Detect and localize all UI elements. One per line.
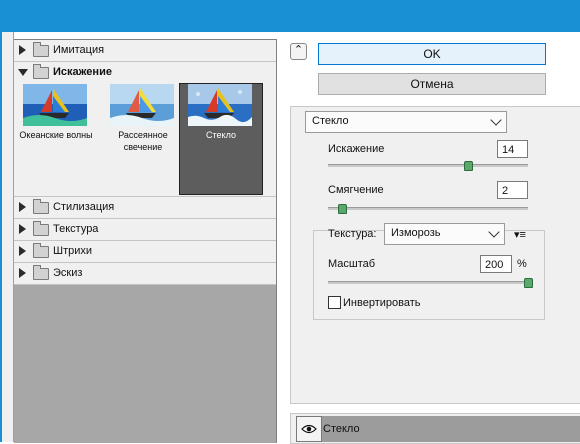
- glass-preview-image: [188, 84, 252, 126]
- folder-icon: [33, 243, 49, 258]
- scale-input[interactable]: 200: [480, 255, 512, 273]
- chevron-down-icon: [490, 114, 502, 126]
- expand-arrow-icon[interactable]: [19, 268, 26, 278]
- invert-label: Инвертировать: [343, 297, 421, 309]
- category-label: Текстура: [53, 223, 99, 235]
- cancel-button[interactable]: Отмена: [318, 73, 546, 95]
- distortion-label: Искажение: [328, 143, 385, 155]
- window-titlebar: [0, 0, 580, 32]
- filter-label: Рассеянное свечение: [118, 130, 168, 152]
- folder-icon: [33, 64, 49, 79]
- category-distortion[interactable]: Искажение: [14, 62, 276, 84]
- filter-label: Стекло: [206, 130, 236, 140]
- filter-select[interactable]: Стекло: [305, 111, 507, 133]
- eye-icon[interactable]: [296, 416, 322, 442]
- smoothness-input[interactable]: 2: [497, 181, 528, 199]
- filter-thumbnails: Океанские волны Рассеянное свечение Стек…: [14, 83, 276, 197]
- expand-arrow-icon[interactable]: [19, 224, 26, 234]
- scale-unit: %: [517, 258, 527, 270]
- folder-icon: [33, 221, 49, 236]
- category-texture[interactable]: Текстура: [14, 219, 276, 241]
- folder-icon: [33, 42, 49, 57]
- distortion-input[interactable]: 14: [497, 140, 528, 158]
- category-label: Имитация: [53, 44, 105, 56]
- panel-menu-icon[interactable]: ▾≡: [514, 228, 526, 241]
- distortion-slider-track[interactable]: [328, 164, 528, 167]
- expand-arrow-icon[interactable]: [19, 45, 26, 55]
- folder-icon: [33, 265, 49, 280]
- category-imitation[interactable]: Имитация: [14, 40, 276, 62]
- diffuse-glow-preview-image: [110, 84, 174, 126]
- filter-thumb-diffuse-glow[interactable]: Рассеянное свечение: [102, 84, 184, 194]
- scale-label: Масштаб: [328, 258, 376, 270]
- filter-thumb-ocean-ripple[interactable]: Океанские волны: [15, 84, 97, 194]
- collapse-up-icon[interactable]: ⌃: [290, 43, 307, 60]
- ok-button[interactable]: OK: [318, 43, 546, 65]
- texture-select[interactable]: Изморозь: [384, 223, 505, 245]
- left-frame: [0, 32, 14, 442]
- texture-select-value: Изморозь: [391, 227, 441, 239]
- expand-arrow-icon[interactable]: [19, 202, 26, 212]
- chevron-down-icon: [488, 226, 500, 238]
- filter-thumb-glass[interactable]: Стекло: [179, 83, 263, 195]
- expand-arrow-icon[interactable]: [19, 246, 26, 256]
- texture-label: Текстура:: [328, 228, 377, 240]
- distortion-slider-handle[interactable]: [464, 161, 473, 171]
- scale-slider-handle[interactable]: [524, 278, 533, 288]
- category-brush-strokes[interactable]: Штрихи: [14, 241, 276, 263]
- smoothness-label: Смягчение: [328, 184, 384, 196]
- invert-checkbox[interactable]: [328, 296, 341, 309]
- category-sketch[interactable]: Эскиз: [14, 263, 276, 285]
- collapse-arrow-icon[interactable]: [18, 69, 28, 76]
- effect-layer-label: Стекло: [323, 423, 360, 435]
- category-label: Эскиз: [53, 267, 83, 279]
- smoothness-slider-handle[interactable]: [338, 204, 348, 214]
- scale-slider-track[interactable]: [328, 281, 528, 284]
- category-label: Штрихи: [53, 245, 93, 257]
- ocean-ripple-preview-image: [23, 84, 87, 126]
- category-label: Стилизация: [53, 201, 115, 213]
- category-label: Искажение: [53, 66, 112, 78]
- smoothness-slider-track[interactable]: [328, 207, 528, 210]
- category-stylize[interactable]: Стилизация: [14, 197, 276, 219]
- filter-label: Океанские волны: [19, 130, 93, 140]
- filter-gallery: Имитация Искажение Океанские волны Рассе…: [14, 39, 277, 443]
- filter-select-value: Стекло: [312, 115, 349, 127]
- folder-icon: [33, 199, 49, 214]
